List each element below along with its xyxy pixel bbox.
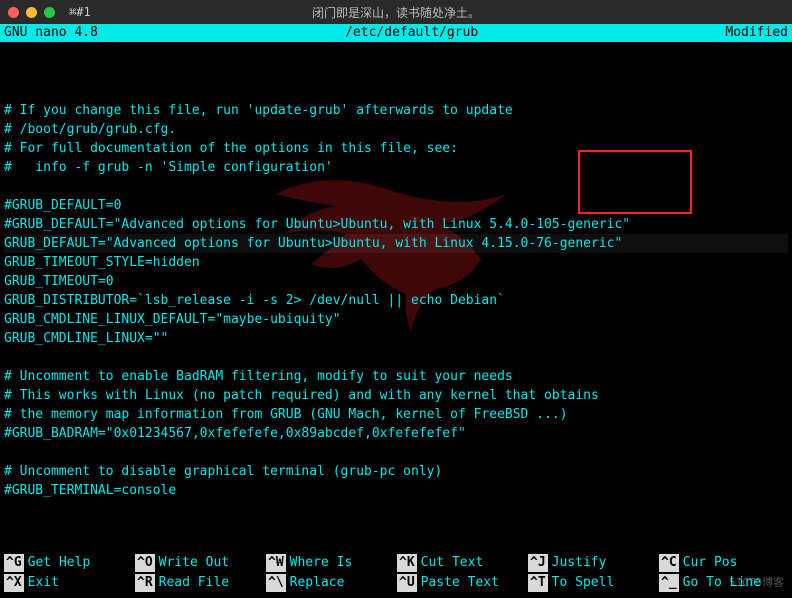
maximize-window-button[interactable] bbox=[44, 7, 55, 18]
editor-line[interactable]: # For full documentation of the options … bbox=[4, 139, 788, 158]
shortcut-label: Cut Text bbox=[421, 554, 484, 572]
shortcut-label: Get Help bbox=[28, 554, 91, 572]
shortcut-key: ^T bbox=[528, 574, 548, 592]
minimize-window-button[interactable] bbox=[26, 7, 37, 18]
shortcut-key: ^K bbox=[397, 554, 417, 572]
shortcut-key: ^G bbox=[4, 554, 24, 572]
shortcut-key: ^U bbox=[397, 574, 417, 592]
shortcut-key: ^O bbox=[135, 554, 155, 572]
editor-line[interactable]: GRUB_TIMEOUT_STYLE=hidden bbox=[4, 253, 788, 272]
editor-line[interactable]: # Uncomment to disable graphical termina… bbox=[4, 462, 788, 481]
editor-line[interactable] bbox=[4, 348, 788, 367]
shortcut-key: ^\ bbox=[266, 574, 286, 592]
window-title: 闭门即是深山，读书随处净土。 bbox=[0, 4, 792, 21]
file-path: /etc/default/grub bbox=[98, 24, 725, 42]
editor-line[interactable]: GRUB_CMDLINE_LINUX="" bbox=[4, 329, 788, 348]
shortcut-label: Where Is bbox=[290, 554, 353, 572]
editor-name-version: GNU nano 4.8 bbox=[4, 24, 98, 42]
nano-shortcut-bar: ^GGet Help^OWrite Out^WWhere Is^KCut Tex… bbox=[4, 554, 788, 592]
shortcut-item: ^WWhere Is bbox=[266, 554, 395, 572]
shortcut-key: ^X bbox=[4, 574, 24, 592]
shortcut-label: Go To Line bbox=[683, 574, 761, 592]
shortcut-item: ^_Go To Line bbox=[659, 574, 788, 592]
modified-indicator: Modified bbox=[725, 24, 788, 42]
editor-line[interactable]: GRUB_CMDLINE_LINUX_DEFAULT="maybe-ubiqui… bbox=[4, 310, 788, 329]
shortcut-item: ^CCur Pos bbox=[659, 554, 788, 572]
shortcut-key: ^W bbox=[266, 554, 286, 572]
shortcut-label: Cur Pos bbox=[683, 554, 738, 572]
close-window-button[interactable] bbox=[8, 7, 19, 18]
shortcut-key: ^J bbox=[528, 554, 548, 572]
shortcut-item: ^TTo Spell bbox=[528, 574, 657, 592]
editor-line[interactable]: # If you change this file, run 'update-g… bbox=[4, 101, 788, 120]
editor-line[interactable]: # This works with Linux (no patch requir… bbox=[4, 386, 788, 405]
shortcut-item: ^XExit bbox=[4, 574, 133, 592]
editor-line[interactable]: # the memory map information from GRUB (… bbox=[4, 405, 788, 424]
shortcut-item: ^OWrite Out bbox=[135, 554, 264, 572]
shortcut-item: ^\Replace bbox=[266, 574, 395, 592]
terminal-tab-label[interactable]: ⌘#1 bbox=[69, 5, 91, 19]
shortcut-label: Exit bbox=[28, 574, 59, 592]
shortcut-item: ^RRead File bbox=[135, 574, 264, 592]
editor-line[interactable]: GRUB_DISTRIBUTOR=`lsb_release -i -s 2> /… bbox=[4, 291, 788, 310]
shortcut-key: ^R bbox=[135, 574, 155, 592]
editor-line[interactable]: #GRUB_DEFAULT="Advanced options for Ubun… bbox=[4, 215, 788, 234]
editor-line[interactable]: # Uncomment to enable BadRAM filtering, … bbox=[4, 367, 788, 386]
shortcut-item: ^JJustify bbox=[528, 554, 657, 572]
editor-line[interactable]: #GRUB_TERMINAL=console bbox=[4, 481, 788, 500]
traffic-lights bbox=[8, 7, 55, 18]
shortcut-item: ^GGet Help bbox=[4, 554, 133, 572]
editor-line[interactable] bbox=[4, 177, 788, 196]
shortcut-key: ^_ bbox=[659, 574, 679, 592]
editor-line[interactable]: GRUB_TIMEOUT=0 bbox=[4, 272, 788, 291]
shortcut-label: Read File bbox=[159, 574, 229, 592]
shortcut-label: To Spell bbox=[552, 574, 615, 592]
editor-line[interactable]: # /boot/grub/grub.cfg. bbox=[4, 120, 788, 139]
shortcut-key: ^C bbox=[659, 554, 679, 572]
shortcut-label: Justify bbox=[552, 554, 607, 572]
shortcut-item: ^KCut Text bbox=[397, 554, 526, 572]
editor-line[interactable]: # info -f grub -n 'Simple configuration' bbox=[4, 158, 788, 177]
shortcut-label: Paste Text bbox=[421, 574, 499, 592]
shortcut-label: Write Out bbox=[159, 554, 229, 572]
nano-status-bar: GNU nano 4.8 /etc/default/grub Modified bbox=[0, 24, 792, 42]
editor-line[interactable]: #GRUB_BADRAM="0x01234567,0xfefefefe,0x89… bbox=[4, 424, 788, 443]
editor-line[interactable] bbox=[4, 443, 788, 462]
terminal-viewport[interactable]: GNU nano 4.8 /etc/default/grub Modified … bbox=[0, 24, 792, 598]
editor-line[interactable]: GRUB_DEFAULT="Advanced options for Ubunt… bbox=[4, 234, 788, 253]
editor-text-area[interactable]: # If you change this file, run 'update-g… bbox=[0, 42, 792, 502]
shortcut-item: ^UPaste Text bbox=[397, 574, 526, 592]
macos-titlebar: ⌘#1 闭门即是深山，读书随处净土。 bbox=[0, 0, 792, 24]
shortcut-label: Replace bbox=[290, 574, 345, 592]
editor-line[interactable]: #GRUB_DEFAULT=0 bbox=[4, 196, 788, 215]
